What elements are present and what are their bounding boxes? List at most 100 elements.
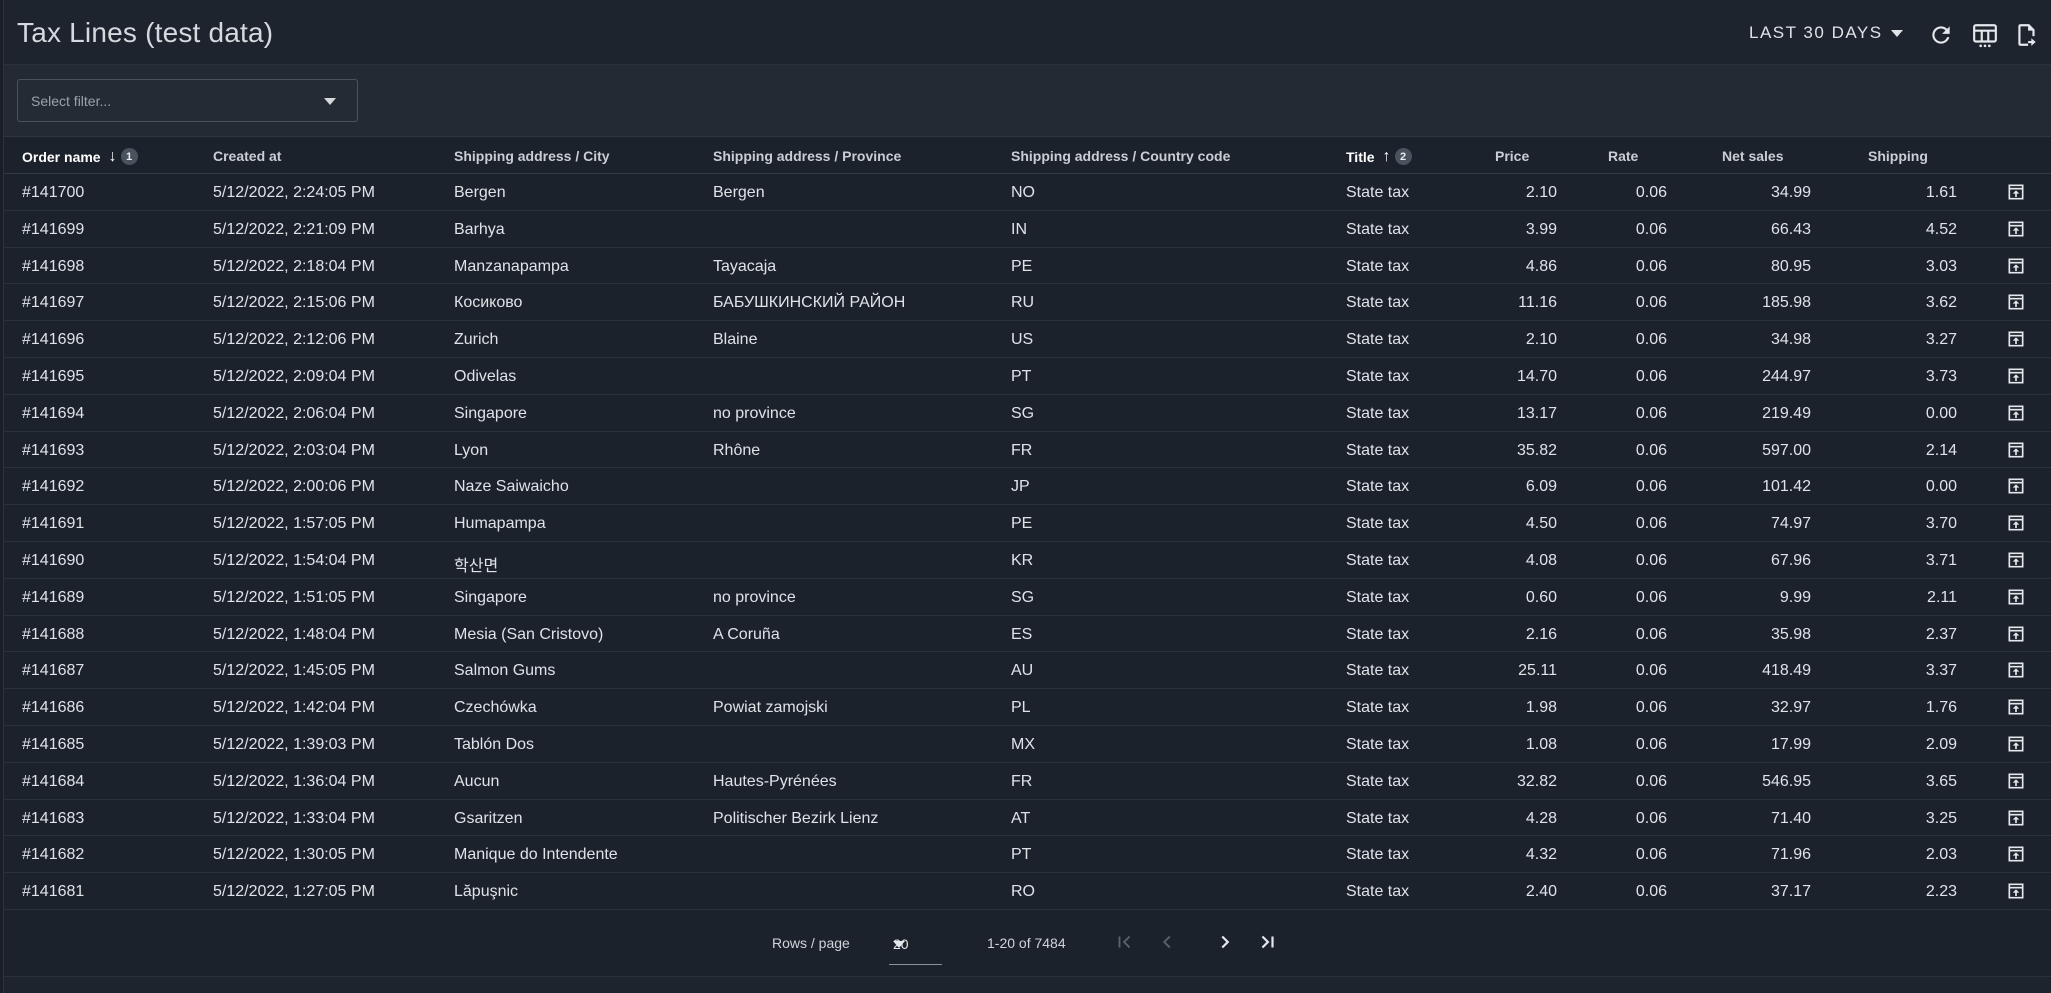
table-row[interactable]: #141692 5/12/2022, 2:00:06 PM Naze Saiwaic… xyxy=(4,468,2051,506)
table-row[interactable]: #141688 5/12/2022, 1:48:04 PM Mesia (San C… xyxy=(4,616,2051,653)
table-row[interactable]: #141694 5/12/2022, 2:06:04 PM Singapore no … xyxy=(4,395,2051,432)
cell-country-code: PL xyxy=(1011,699,1031,717)
table-row[interactable]: #141697 5/12/2022, 2:15:06 PM Косиково БАБУ… xyxy=(4,284,2051,322)
cell-created-at: 5/12/2022, 1:51:05 PM xyxy=(213,588,375,606)
cell-rate: 0.06 xyxy=(1635,625,1667,643)
column-header-created-at[interactable]: Created at xyxy=(213,148,281,164)
rows-per-page-label: Rows / page xyxy=(772,935,850,951)
open-in-new-icon[interactable] xyxy=(2006,697,2026,717)
cell-price: 6.09 xyxy=(1525,478,1557,496)
cell-title: State tax xyxy=(1346,551,1410,569)
open-in-new-icon[interactable] xyxy=(2006,219,2026,239)
open-in-new-icon[interactable] xyxy=(2006,292,2026,312)
table-row[interactable]: #141695 5/12/2022, 2:09:04 PM Odivelas PT St… xyxy=(4,358,2051,395)
refresh-icon[interactable] xyxy=(1928,22,1954,48)
cell-shipping: 3.03 xyxy=(1925,257,1957,275)
cell-province: no province xyxy=(713,404,796,422)
cell-city: Singapore xyxy=(454,404,527,422)
table-row[interactable]: #141681 5/12/2022, 1:27:05 PM Lăpuşnic RO St… xyxy=(4,873,2051,910)
cell-net-sales: 71.96 xyxy=(1770,846,1811,864)
table-row[interactable]: #141684 5/12/2022, 1:36:04 PM Aucun Hautes-… xyxy=(4,763,2051,800)
column-header-shipping[interactable]: Shipping xyxy=(1868,148,1928,164)
cell-shipping: 2.11 xyxy=(1927,588,1957,606)
table-row[interactable]: #141698 5/12/2022, 2:18:04 PM Manzanapampa… xyxy=(4,248,2051,285)
table-row[interactable]: #141686 5/12/2022, 1:42:04 PM Czechówka Pow… xyxy=(4,689,2051,726)
table-row[interactable]: #141699 5/12/2022, 2:21:09 PM Barhya IN Stat… xyxy=(4,211,2051,248)
cell-title: State tax xyxy=(1346,184,1410,201)
cell-country-code: FR xyxy=(1011,441,1033,459)
table-row[interactable]: #141693 5/12/2022, 2:03:04 PM Lyon Rhône FR S… xyxy=(4,432,2051,469)
sort-order-badge: 2 xyxy=(1394,148,1412,165)
cell-net-sales: 35.98 xyxy=(1770,625,1811,643)
export-file-icon[interactable] xyxy=(2014,22,2040,48)
cell-order-name: #141690 xyxy=(22,551,85,569)
table-row[interactable]: #141682 5/12/2022, 1:30:05 PM Manique do I… xyxy=(4,836,2051,874)
cell-rate: 0.06 xyxy=(1635,699,1667,717)
table-columns-icon[interactable] xyxy=(1972,22,1998,48)
cell-city: 학산면 xyxy=(454,557,499,575)
cell-country-code: KR xyxy=(1011,551,1034,569)
chevron-down-icon xyxy=(893,941,905,948)
column-header-order-name[interactable]: Order name ↓ 1 xyxy=(22,148,138,165)
open-in-new-icon[interactable] xyxy=(2006,624,2026,644)
table-row[interactable]: #141690 5/12/2022, 1:54:04 PM 학산면 KR State t… xyxy=(4,542,2051,579)
column-header-city[interactable]: Shipping address / City xyxy=(454,148,610,164)
filter-select[interactable]: Select filter... xyxy=(17,79,358,122)
cell-province: A Coruña xyxy=(713,625,780,643)
cell-shipping: 3.27 xyxy=(1925,331,1957,349)
table-row[interactable]: #141687 5/12/2022, 1:45:05 PM Salmon Gums A… xyxy=(4,652,2051,690)
open-in-new-icon[interactable] xyxy=(2006,771,2026,791)
page-range-text: 1-20 of 7484 xyxy=(987,935,1066,951)
column-header-country-code[interactable]: Shipping address / Country code xyxy=(1011,148,1230,164)
open-in-new-icon[interactable] xyxy=(2006,881,2026,901)
cell-order-name: #141687 xyxy=(22,662,85,680)
column-header-rate[interactable]: Rate xyxy=(1608,148,1638,164)
cell-city: Barhya xyxy=(454,220,505,238)
cell-title: State tax xyxy=(1346,662,1410,680)
table-row[interactable]: #141689 5/12/2022, 1:51:05 PM Singapore no … xyxy=(4,579,2051,616)
open-in-new-icon[interactable] xyxy=(2006,844,2026,864)
column-header-province[interactable]: Shipping address / Province xyxy=(713,148,901,164)
cell-city: Singapore xyxy=(454,588,527,606)
next-page-button[interactable] xyxy=(1214,931,1236,953)
cell-order-name: #141698 xyxy=(22,257,85,275)
open-in-new-icon[interactable] xyxy=(2006,513,2026,533)
cell-shipping: 1.76 xyxy=(1925,699,1957,717)
table-row[interactable]: #141683 5/12/2022, 1:33:04 PM Gsaritzen Pol… xyxy=(4,800,2051,837)
open-in-new-icon[interactable] xyxy=(2006,182,2026,202)
open-in-new-icon[interactable] xyxy=(2006,440,2026,460)
open-in-new-icon[interactable] xyxy=(2006,476,2026,496)
open-in-new-icon[interactable] xyxy=(2006,329,2026,349)
previous-page-button[interactable] xyxy=(1156,931,1178,953)
open-in-new-icon[interactable] xyxy=(2006,550,2026,570)
cell-created-at: 5/12/2022, 2:09:04 PM xyxy=(213,367,375,385)
rows-per-page-select[interactable]: 20 xyxy=(889,929,942,965)
date-range-button[interactable]: LAST 30 DAYS xyxy=(1749,23,1903,43)
table-row[interactable]: #141691 5/12/2022, 1:57:05 PM Humapampa PE S… xyxy=(4,505,2051,542)
table-row[interactable]: #141700 5/12/2022, 2:24:05 PM Bergen Bergen… xyxy=(4,174,2051,211)
app-window: Tax Lines (test data) LAST 30 DAYS Selec… xyxy=(3,0,2051,993)
column-header-title[interactable]: Title ↑ 2 xyxy=(1346,148,1412,165)
last-page-button[interactable] xyxy=(1256,931,1278,953)
column-header-price[interactable]: Price xyxy=(1495,148,1529,164)
column-header-net-sales[interactable]: Net sales xyxy=(1722,148,1783,164)
cell-shipping: 2.09 xyxy=(1925,735,1957,753)
first-page-button[interactable] xyxy=(1114,931,1136,953)
table-row[interactable]: #141696 5/12/2022, 2:12:06 PM Zurich Blaine… xyxy=(4,321,2051,358)
cell-price: 4.08 xyxy=(1525,551,1557,569)
cell-rate: 0.06 xyxy=(1635,662,1667,680)
open-in-new-icon[interactable] xyxy=(2006,660,2026,680)
cell-order-name: #141686 xyxy=(22,699,85,717)
cell-country-code: PE xyxy=(1011,515,1033,533)
open-in-new-icon[interactable] xyxy=(2006,587,2026,607)
cell-title: State tax xyxy=(1346,515,1410,533)
open-in-new-icon[interactable] xyxy=(2006,403,2026,423)
open-in-new-icon[interactable] xyxy=(2006,734,2026,754)
open-in-new-icon[interactable] xyxy=(2006,366,2026,386)
open-in-new-icon[interactable] xyxy=(2006,808,2026,828)
table-row[interactable]: #141685 5/12/2022, 1:39:03 PM Tablón Dos MX… xyxy=(4,726,2051,763)
open-in-new-icon[interactable] xyxy=(2006,256,2026,276)
cell-city: Humapampa xyxy=(454,515,546,533)
tax-lines-table: Order name ↓ 1 Created at Shipping addre… xyxy=(4,137,2051,910)
cell-net-sales: 34.99 xyxy=(1770,184,1811,201)
